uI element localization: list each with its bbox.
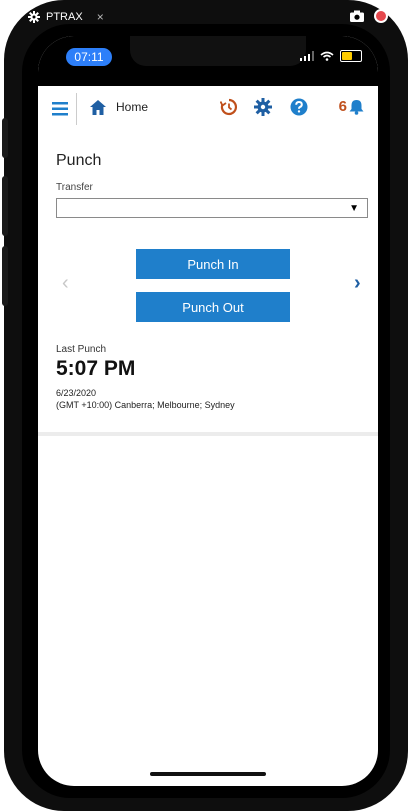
next-arrow-icon[interactable]: ›: [354, 272, 361, 295]
home-link[interactable]: Home: [116, 100, 148, 114]
camera-icon[interactable]: [350, 10, 364, 22]
wifi-icon: [320, 51, 334, 61]
status-time: 07:11: [66, 48, 112, 66]
signal-icon: [300, 51, 314, 61]
battery-icon: [340, 50, 362, 62]
phone-screen: 07:11 Home 6 Punch Transfer ▼ ‹ › Punch …: [38, 36, 378, 786]
punch-out-button[interactable]: Punch Out: [136, 292, 290, 322]
last-punch-time: 5:07 PM: [56, 357, 136, 380]
notification-count: 6: [338, 98, 347, 115]
phone-side-button: [2, 246, 8, 306]
transfer-label: Transfer: [56, 182, 93, 193]
last-punch-timezone: (GMT +10:00) Canberra; Melbourne; Sydney: [56, 400, 235, 410]
help-icon[interactable]: [290, 98, 308, 116]
battery-level: [342, 52, 352, 60]
capture-tab: PTRAX ×: [28, 10, 104, 24]
home-icon[interactable]: [90, 100, 106, 115]
gear-icon: [28, 11, 40, 23]
transfer-select[interactable]: ▼: [56, 198, 368, 218]
app-header: Home 6: [38, 86, 378, 133]
last-punch-date: 6/23/2020: [56, 388, 97, 398]
notifications-button[interactable]: 6: [339, 98, 364, 115]
prev-arrow-icon[interactable]: ‹: [62, 272, 69, 295]
phone-side-button: [2, 118, 8, 158]
phone-frame: 07:11 Home 6 Punch Transfer ▼ ‹ › Punch …: [2, 0, 408, 811]
chevron-down-icon: ▼: [349, 203, 359, 214]
phone-bezel: 07:11 Home 6 Punch Transfer ▼ ‹ › Punch …: [22, 24, 390, 798]
punch-panel: Punch Transfer ▼ ‹ › Punch In Punch Out …: [38, 132, 378, 436]
last-punch-label: Last Punch: [56, 344, 107, 355]
capture-controls: [350, 9, 388, 23]
hamburger-menu-button[interactable]: [44, 93, 77, 125]
home-indicator[interactable]: [150, 772, 266, 776]
status-bar: 07:11: [38, 36, 378, 86]
bell-icon: [349, 99, 364, 115]
phone-side-button: [2, 176, 8, 236]
page-title: Punch: [56, 152, 102, 169]
capture-bar: PTRAX ×: [0, 0, 408, 34]
punch-in-button[interactable]: Punch In: [136, 249, 290, 279]
history-icon[interactable]: [220, 98, 238, 116]
capture-app-name: PTRAX: [46, 11, 83, 23]
hamburger-icon: [52, 102, 68, 116]
gear-icon[interactable]: [254, 98, 272, 116]
close-icon[interactable]: ×: [97, 10, 104, 24]
status-icons: [300, 50, 362, 62]
notch: [130, 36, 306, 66]
record-icon[interactable]: [374, 9, 388, 23]
